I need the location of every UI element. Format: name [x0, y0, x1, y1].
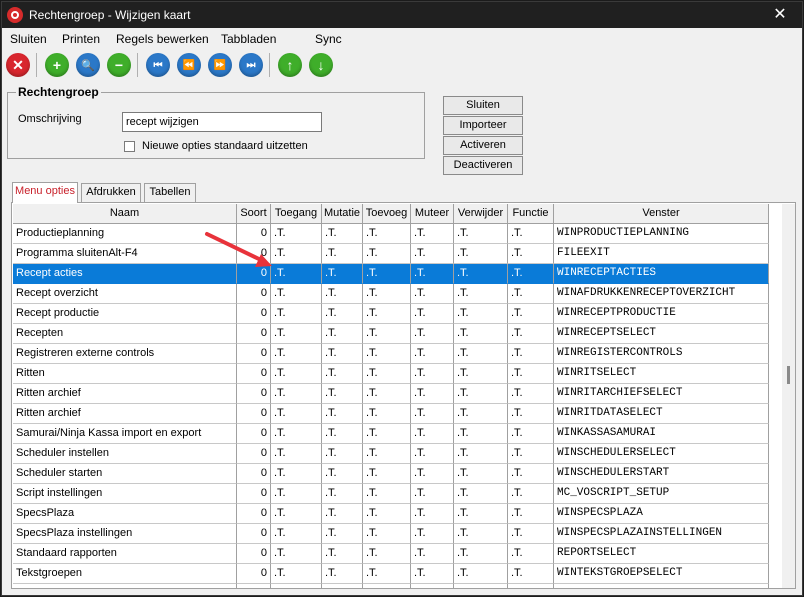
annotation-arrow-line: [205, 232, 263, 262]
window: Rechtengroep - Wijzigen kaart ✕ Sluiten …: [1, 1, 803, 596]
tab-menu-opties[interactable]: Menu opties: [12, 182, 78, 203]
annotation-arrow-icon: [205, 232, 272, 267]
